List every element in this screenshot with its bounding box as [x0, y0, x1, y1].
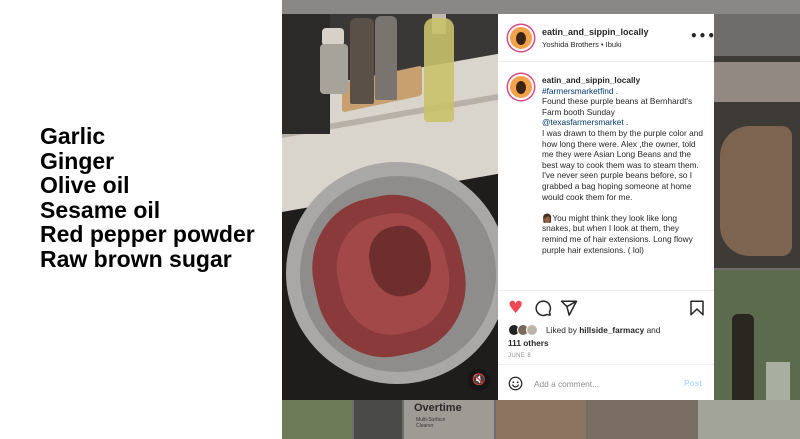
caption-username[interactable]: eatin_and_sippin_locally [542, 75, 704, 86]
caption-scroll-area[interactable]: eatin_and_sippin_locally #farmersmarketf… [498, 62, 714, 290]
mention-link[interactable]: @texasfarmersmarket [542, 117, 624, 127]
caption-punctuation: . [623, 117, 629, 128]
background-thumbnail-row: Overtime Multi-Surface Cleaner [282, 400, 800, 439]
paper-plane-icon[interactable] [560, 299, 578, 317]
comment-input[interactable] [534, 377, 674, 391]
bookmark-icon[interactable] [688, 299, 706, 317]
caption-paragraph: I was drawn to them by the purple color … [542, 127, 703, 202]
liked-by-row: Liked by hillside_farmacy and [508, 323, 708, 337]
salt-grinder [375, 16, 397, 100]
pepper-grinder [350, 18, 374, 104]
oil-bottle [424, 18, 454, 122]
background-thumbnail [588, 400, 696, 439]
emoji: 👩🏾 [542, 212, 553, 223]
background-light [714, 62, 800, 102]
ingredient-item: Olive oil [40, 172, 130, 198]
ingredient-item: Garlic [40, 123, 106, 149]
liker-username[interactable]: hillside_farmacy [579, 325, 644, 335]
post-author-username[interactable]: eatin_and_sippin_locally [542, 27, 649, 37]
background-thumbnail [496, 400, 586, 439]
caption-line: Found these purple beans at Bernhardt's … [542, 96, 693, 117]
comment-composer: Post [498, 364, 714, 400]
background-roast-image [720, 126, 792, 256]
emoji-icon[interactable] [508, 376, 523, 391]
post-audio-track[interactable]: Yoshida Brothers • Ibuki [542, 40, 621, 49]
background-tile-subtext: Multi-Surface Cleaner [416, 417, 446, 429]
liked-by-text: Liked by hillside_farmacy and [546, 325, 661, 335]
caption-text: eatin_and_sippin_locally #farmersmarketf… [542, 75, 704, 255]
ingredient-item: Ginger [40, 147, 115, 174]
ingredient-list: Garlic Ginger Olive oil Sesame oil Red p… [40, 124, 280, 271]
ingredient-item: Red pepper powder [40, 221, 255, 247]
post-side-panel: eatin_and_sippin_locally Yoshida Brother… [498, 14, 716, 400]
ingredient-item: Raw brown sugar [40, 245, 232, 272]
ingredient-item: Sesame oil [40, 196, 161, 223]
caption-paragraph: You might think they look like long snak… [542, 212, 693, 255]
background-thumbnail [282, 400, 352, 439]
post-comment-button[interactable]: Post [684, 378, 702, 388]
heart-filled-icon[interactable]: ♥ [508, 299, 526, 317]
post-header: eatin_and_sippin_locally Yoshida Brother… [498, 14, 716, 62]
liker-avatar [526, 324, 538, 336]
muted-speaker-icon[interactable]: 🔇 [468, 369, 490, 391]
likes-count[interactable]: 111 others [508, 338, 549, 348]
hashtag-link[interactable]: #farmersmarketfind [542, 86, 613, 96]
post-actions: ♥ Liked by hillside_farmacy and 111 othe… [498, 290, 714, 360]
salt-jar [320, 44, 348, 94]
comment-icon[interactable] [534, 299, 552, 317]
background-thumbnail [698, 400, 800, 439]
post-video[interactable]: 🔇 [282, 14, 498, 400]
avatar[interactable] [508, 74, 534, 100]
background-thumbnail [354, 400, 402, 439]
more-horizontal-icon[interactable]: ••• [690, 29, 716, 43]
caption-punctuation: . [613, 85, 619, 96]
background-post-roast [714, 56, 800, 268]
background-top-strip [282, 0, 800, 14]
avatar[interactable] [508, 25, 534, 51]
background-tile-brand: Overtime [414, 402, 462, 414]
post-date: JUNE 8 [508, 353, 532, 359]
